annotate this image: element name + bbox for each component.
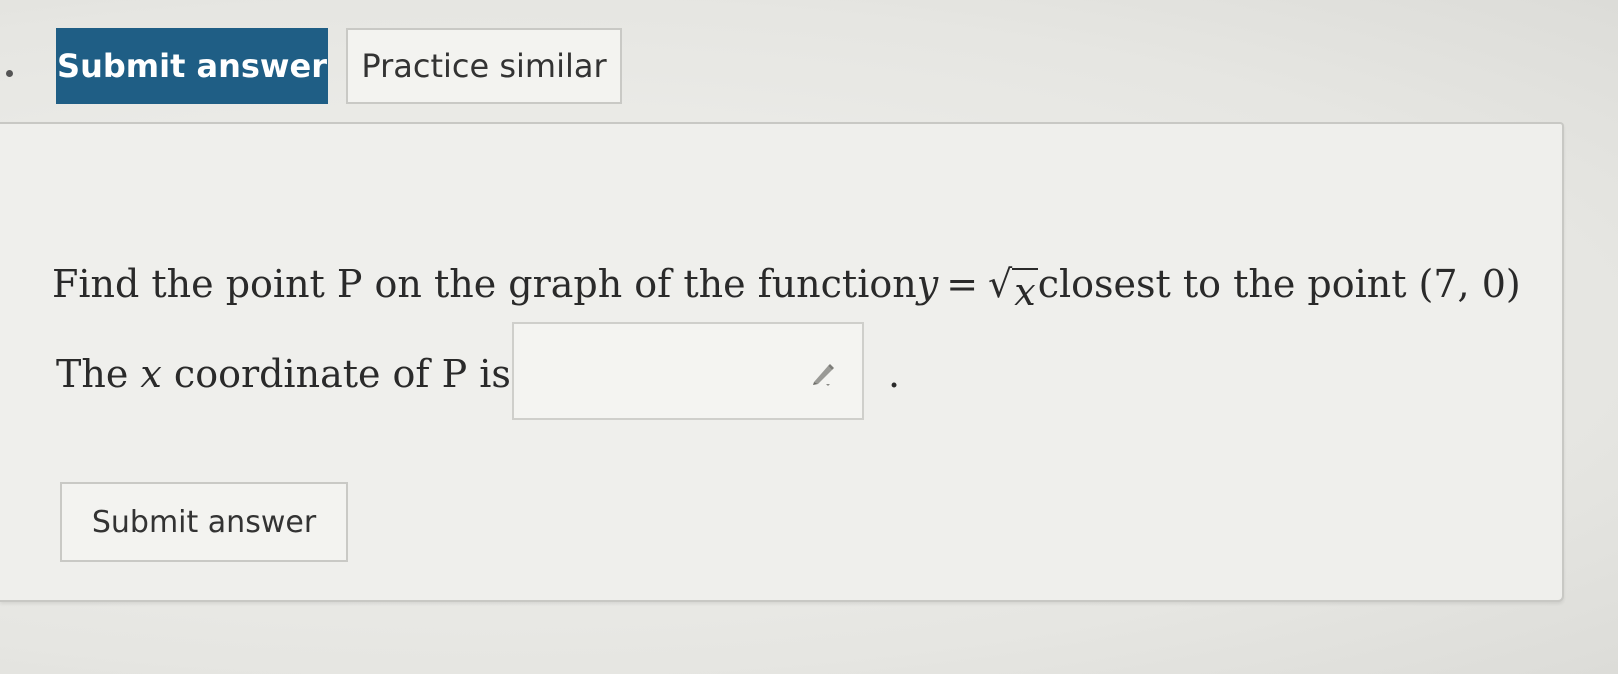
function-variable: y — [916, 262, 939, 306]
answer-label: The x coordinate of P is: — [56, 352, 524, 396]
page: Submit answer Practice similar Find the … — [0, 0, 1618, 674]
equals-sign: = — [946, 262, 979, 306]
sqrt-argument: x — [1012, 268, 1038, 314]
answer-period: . — [888, 352, 901, 396]
answer-label-variable: x — [140, 352, 162, 396]
answer-label-start: The — [56, 352, 141, 396]
question-text: Find the point P on the graph of the fun… — [52, 262, 1521, 314]
question-suffix: closest to the point (7, 0) — [1037, 262, 1521, 306]
submit-answer-button-lower[interactable]: Submit answer — [60, 482, 348, 562]
answer-label-end: coordinate of P is: — [161, 352, 524, 396]
list-bullet — [6, 70, 13, 77]
question-prefix: Find the point P on the graph of the fun… — [52, 262, 917, 306]
answer-field[interactable] — [512, 322, 864, 420]
toolbar: Submit answer Practice similar — [56, 28, 622, 104]
submit-answer-button[interactable]: Submit answer — [56, 28, 328, 104]
pencil-icon[interactable] — [808, 360, 838, 386]
practice-similar-button[interactable]: Practice similar — [346, 28, 622, 104]
sqrt-expression: √ x — [988, 262, 1038, 314]
sqrt-symbol: √ — [988, 262, 1013, 306]
